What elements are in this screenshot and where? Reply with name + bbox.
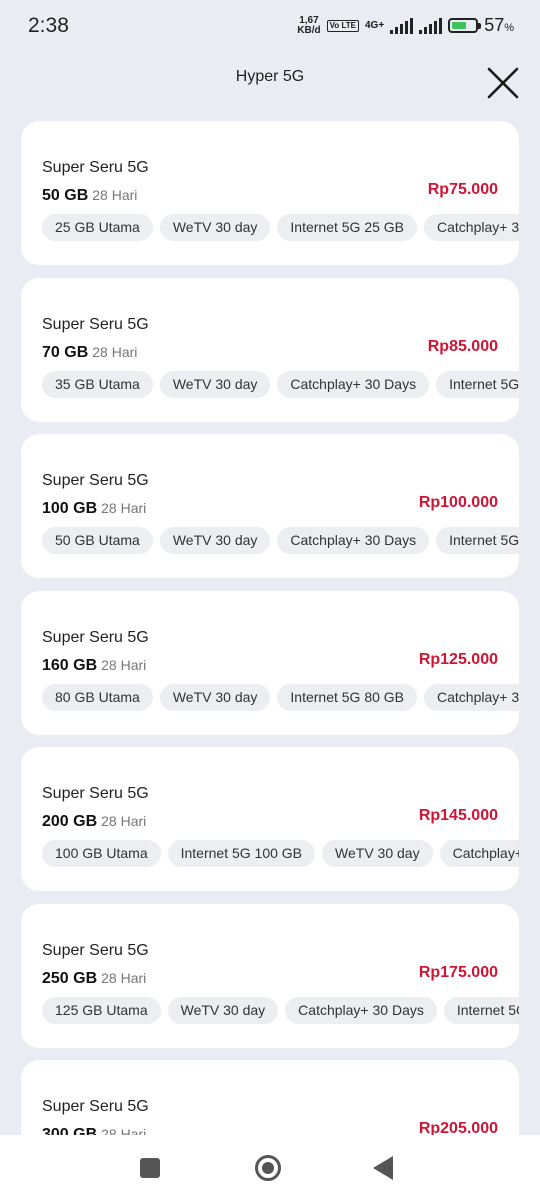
status-bar: 2:38 1,67 KB/d Vo LTE 4G+ 57%: [0, 0, 540, 56]
package-quota: 250 GB: [42, 970, 98, 987]
package-validity: 28 Hari: [92, 344, 138, 360]
package-quota: 300 GB: [42, 1126, 98, 1135]
navigation-bar: [0, 1135, 540, 1200]
package-card[interactable]: Super Seru 5G 250 GB 28 Hari Rp175.000 125 G…: [21, 904, 519, 1048]
benefit-chip: 50 GB Utama: [42, 527, 153, 554]
recents-square-icon[interactable]: [140, 1158, 160, 1178]
package-quota-row: 50 GB 28 Hari: [42, 187, 137, 205]
benefit-chip: 25 GB Utama: [42, 214, 153, 241]
package-card[interactable]: Super Seru 5G 100 GB 28 Hari Rp100.000 50 GB…: [21, 434, 519, 578]
benefit-chip: Internet 5G 35 GB: [436, 371, 519, 398]
benefit-chip: Internet 5G 80 GB: [277, 684, 418, 711]
package-quota-row: 160 GB 28 Hari: [42, 657, 146, 675]
network-speed-unit: KB/d: [297, 24, 321, 36]
package-card[interactable]: Super Seru 5G 200 GB 28 Hari Rp145.000 100 G…: [21, 747, 519, 891]
benefit-chips[interactable]: 100 GB Utama Internet 5G 100 GB WeTV 30 da…: [42, 840, 519, 867]
network-speed-value: 1,67: [299, 14, 319, 26]
package-title: Super Seru 5G: [42, 316, 149, 333]
package-list[interactable]: Super Seru 5G 50 GB 28 Hari Rp75.000 25 GB U…: [21, 121, 519, 1135]
home-circle-icon[interactable]: [255, 1155, 281, 1181]
benefit-chip: 125 GB Utama: [42, 997, 161, 1024]
benefit-chip: 80 GB Utama: [42, 684, 153, 711]
package-title: Super Seru 5G: [42, 159, 149, 176]
benefit-chip: WeTV 30 day: [159, 684, 271, 711]
benefit-chips[interactable]: 125 GB Utama WeTV 30 day Catchplay+ 30 Day…: [42, 997, 519, 1024]
benefit-chips[interactable]: 35 GB Utama WeTV 30 day Catchplay+ 30 Days…: [42, 371, 519, 398]
package-validity: 28 Hari: [101, 1126, 147, 1135]
package-title: Super Seru 5G: [42, 785, 149, 802]
package-quota: 100 GB: [42, 500, 98, 517]
benefit-chips[interactable]: 25 GB Utama WeTV 30 day Internet 5G 25 GB C…: [42, 214, 519, 241]
package-validity: 28 Hari: [101, 970, 147, 986]
benefit-chip: Catchplay+ 30 Days: [277, 527, 430, 554]
package-validity: 28 Hari: [92, 187, 138, 203]
package-title: Super Seru 5G: [42, 472, 149, 489]
status-icons: 1,67 KB/d Vo LTE 4G+ 57%: [297, 15, 514, 36]
benefit-chip: Catchplay+ 30 Days: [424, 214, 519, 241]
package-card[interactable]: Super Seru 5G 50 GB 28 Hari Rp75.000 25 GB U…: [21, 121, 519, 265]
benefit-chip: 35 GB Utama: [42, 371, 153, 398]
package-card[interactable]: Super Seru 5G 160 GB 28 Hari Rp125.000 80 GB…: [21, 591, 519, 735]
package-price: Rp100.000: [418, 494, 498, 511]
package-quota: 50 GB: [42, 187, 89, 204]
signal-icon: [390, 17, 414, 34]
package-validity: 28 Hari: [101, 500, 147, 516]
benefit-chips[interactable]: 80 GB Utama WeTV 30 day Internet 5G 80 GB C…: [42, 684, 519, 711]
benefit-chip: Internet 5G 25 GB: [277, 214, 418, 241]
package-quota-row: 300 GB 28 Hari: [42, 1126, 146, 1135]
benefit-chip: Catchplay+ 30 Days: [285, 997, 437, 1024]
package-title: Super Seru 5G: [42, 629, 149, 646]
package-quota: 200 GB: [42, 813, 98, 830]
benefit-chip: Internet 5G 50 GB: [436, 527, 519, 554]
package-price: Rp175.000: [418, 964, 498, 981]
package-quota: 160 GB: [42, 657, 98, 674]
benefit-chip: Catchplay+ 30 Days: [424, 684, 519, 711]
package-quota-row: 200 GB 28 Hari: [42, 813, 146, 831]
benefit-chip: WeTV 30 day: [159, 371, 271, 398]
page-title: Hyper 5G: [235, 68, 305, 85]
volte-icon: Vo LTE: [326, 19, 359, 32]
benefit-chip: WeTV 30 day: [167, 997, 279, 1024]
package-card[interactable]: Super Seru 5G 70 GB 28 Hari Rp85.000 35 GB U…: [21, 278, 519, 422]
status-time: 2:38: [28, 14, 69, 37]
package-validity: 28 Hari: [101, 657, 147, 673]
battery-percent: 57%: [484, 15, 514, 35]
package-price: Rp205.000: [418, 1120, 498, 1135]
close-icon: [487, 67, 519, 99]
package-card[interactable]: Super Seru 5G 300 GB 28 Hari Rp205.000: [21, 1060, 519, 1135]
close-button[interactable]: [486, 66, 520, 100]
benefit-chip: WeTV 30 day: [322, 840, 433, 867]
benefit-chip: WeTV 30 day: [159, 527, 271, 554]
benefit-chip: 100 GB Utama: [42, 840, 161, 867]
benefit-chip: Catchplay+ 30 Days: [277, 371, 430, 398]
benefit-chip: WeTV 30 day: [159, 214, 271, 241]
package-quota-row: 70 GB 28 Hari: [42, 344, 137, 362]
benefit-chip: Internet 5G 100 GB: [167, 840, 316, 867]
package-quota-row: 100 GB 28 Hari: [42, 500, 146, 518]
benefit-chips[interactable]: 50 GB Utama WeTV 30 day Catchplay+ 30 Days…: [42, 527, 519, 554]
package-quota-row: 250 GB 28 Hari: [42, 970, 146, 988]
network-speed: 1,67 KB/d: [297, 14, 321, 36]
package-price: Rp75.000: [427, 181, 498, 198]
network-type: 4G+: [365, 20, 385, 31]
package-price: Rp125.000: [418, 651, 498, 668]
package-price: Rp145.000: [418, 807, 498, 824]
battery-icon: [448, 18, 482, 33]
benefit-chip: Internet 5G 125 GB: [443, 997, 519, 1024]
package-quota: 70 GB: [42, 344, 89, 361]
benefit-chip: Catchplay+ 30 Days: [439, 840, 519, 867]
package-title: Super Seru 5G: [42, 942, 149, 959]
package-validity: 28 Hari: [101, 813, 147, 829]
back-triangle-icon[interactable]: [373, 1156, 393, 1180]
package-title: Super Seru 5G: [42, 1098, 149, 1115]
signal-icon-2: [419, 17, 443, 34]
package-price: Rp85.000: [427, 338, 498, 355]
